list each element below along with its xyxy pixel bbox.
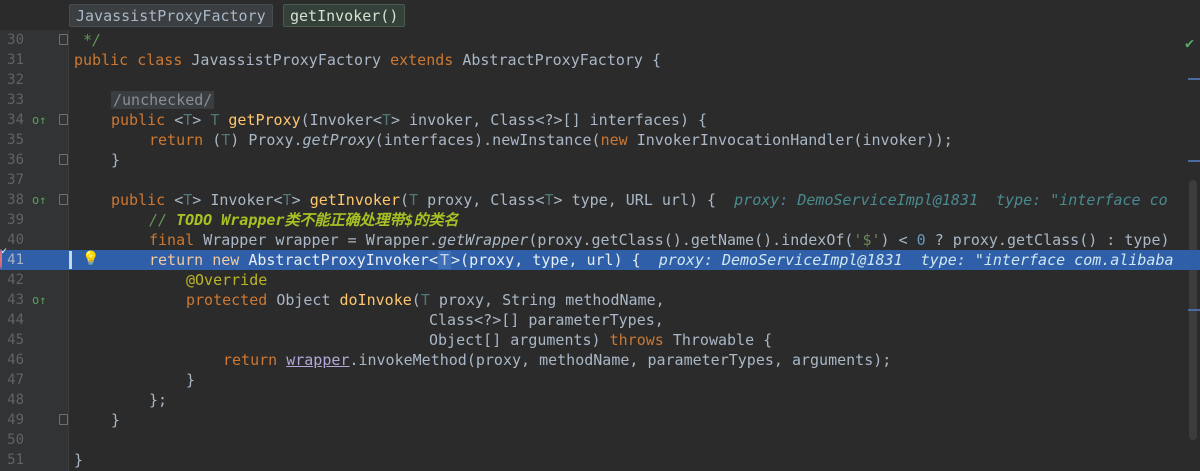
line-code: public <T> Invoker<T> getInvoker(T proxy… (111, 191, 1168, 209)
line-code: return wrapper.invokeMethod(proxy, metho… (223, 351, 892, 369)
line-number: 33 (7, 92, 24, 108)
breadcrumb-method[interactable]: getInvoker() (283, 4, 406, 27)
line-code: Object[] arguments) throws Throwable { (429, 331, 773, 349)
code-line[interactable]: 42 @Override (0, 270, 1200, 290)
code-line[interactable]: 47 } (0, 370, 1200, 390)
line-number: 48 (7, 392, 24, 408)
folded-region[interactable]: /unchecked/ (111, 91, 215, 109)
line-number: 31 (7, 52, 24, 68)
line-code: */ (74, 31, 102, 49)
fold-marker-icon[interactable] (59, 114, 68, 125)
code-line[interactable]: 49 } (0, 410, 1200, 430)
line-code: } (74, 451, 84, 469)
line-code: return new AbstractProxyInvoker< T >(proxy… (149, 251, 1174, 269)
override-marker-icon[interactable]: o↑ (32, 110, 46, 130)
code-line[interactable]: 37 (0, 170, 1200, 190)
debug-inline-value: proxy: DemoServiceImpl@1831 type: "inter… (640, 251, 1174, 269)
line-code: final Wrapper wrapper = Wrapper.getWrapp… (149, 231, 1170, 249)
line-number: 47 (7, 372, 24, 388)
code-line[interactable]: 35 return (T) Proxy.getProxy(interfaces)… (0, 130, 1200, 150)
line-code: return (T) Proxy.getProxy(interfaces).ne… (149, 131, 953, 149)
line-code: public class JavassistProxyFactory exten… (74, 51, 662, 69)
variable-reference[interactable]: wrapper (286, 351, 349, 369)
line-number: 32 (7, 72, 24, 88)
code-line[interactable]: 31 public class JavassistProxyFactory ex… (0, 50, 1200, 70)
code-line[interactable]: 38 o↑ public <T> Invoker<T> getInvoker(T… (0, 190, 1200, 210)
breadcrumb-class[interactable]: JavassistProxyFactory (69, 4, 273, 27)
line-number: 39 (7, 212, 24, 228)
line-code: } (111, 151, 121, 169)
code-line[interactable]: 50 (0, 430, 1200, 450)
line-code: Class<?>[] parameterTypes, (429, 311, 664, 329)
line-code: }; (149, 391, 168, 409)
line-code: public <T> T getProxy(Invoker<T> invoker… (111, 111, 708, 129)
folded-region[interactable]: T (438, 251, 452, 269)
line-number: 42 (7, 272, 24, 288)
line-number: 50 (7, 432, 24, 448)
fold-marker-icon[interactable] (59, 414, 68, 425)
fold-marker-icon[interactable] (59, 154, 68, 165)
line-number: 36 (7, 152, 24, 168)
breadcrumb: JavassistProxyFactory getInvoker() (0, 0, 1200, 30)
text-caret (69, 251, 72, 269)
line-number: 34 (7, 112, 24, 128)
code-line[interactable]: 51 } (0, 450, 1200, 470)
line-number: 38 (7, 192, 24, 208)
line-code: @Override (186, 271, 268, 289)
code-line[interactable]: 43 o↑ protected Object doInvoke(T proxy,… (0, 290, 1200, 310)
line-number: 43 (7, 292, 24, 308)
line-code: } (186, 371, 196, 389)
code-line[interactable]: 32 (0, 70, 1200, 90)
intention-bulb-icon[interactable]: 💡 (82, 251, 99, 267)
code-line[interactable]: 40 final Wrapper wrapper = Wrapper.getWr… (0, 230, 1200, 250)
override-marker-icon[interactable]: o↑ (32, 290, 46, 310)
fold-marker-icon[interactable] (59, 194, 68, 205)
code-line[interactable]: 36 } (0, 150, 1200, 170)
override-marker-icon[interactable]: o↑ (32, 190, 46, 210)
line-number: 51 (7, 452, 24, 468)
line-number: 35 (7, 132, 24, 148)
line-number: 44 (7, 312, 24, 328)
line-code: protected Object doInvoke(T proxy, Strin… (186, 291, 665, 309)
line-number: 49 (7, 412, 24, 428)
code-line[interactable]: 45 Object[] arguments) throws Throwable … (0, 330, 1200, 350)
code-line[interactable]: 39 // TODO Wrapper类不能正确处理带$的类名 (0, 210, 1200, 230)
line-number: 45 (7, 332, 24, 348)
code-line[interactable]: 46 return wrapper.invokeMethod(proxy, me… (0, 350, 1200, 370)
line-number: 30 (7, 32, 24, 48)
fold-marker-icon[interactable] (59, 34, 68, 45)
line-number: 46 (7, 352, 24, 368)
code-line[interactable]: 30 */ (0, 30, 1200, 50)
line-code: /unchecked/ (111, 90, 215, 110)
line-number: 37 (7, 172, 24, 188)
line-code: // TODO Wrapper类不能正确处理带$的类名 (149, 211, 459, 229)
debug-inline-value: proxy: DemoServiceImpl@1831 type: "inter… (716, 191, 1168, 209)
code-line[interactable]: 34 o↑ public <T> T getProxy(Invoker<T> i… (0, 110, 1200, 130)
line-code: } (111, 411, 121, 429)
code-line[interactable]: 44 Class<?>[] parameterTypes, (0, 310, 1200, 330)
code-line[interactable]: 33 /unchecked/ (0, 90, 1200, 110)
code-line[interactable]: 48 }; (0, 390, 1200, 410)
current-execution-line[interactable]: 41 💡 return new AbstractProxyInvoker<T>(… (0, 249, 1200, 270)
